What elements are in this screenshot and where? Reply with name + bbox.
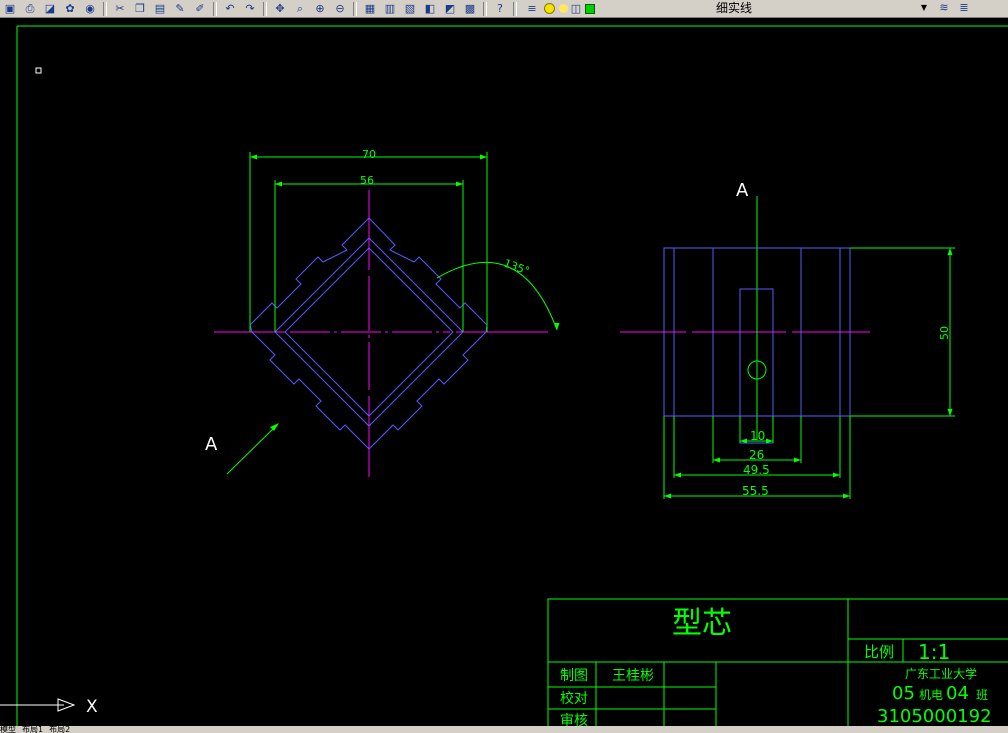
- dim-49-arrow-left: [674, 472, 681, 478]
- drawing-canvas[interactable]: 70 56 135° A A 50 10 2649.5 55.5 型芯比例 1:1 制图 王桂彬校对审核…: [0, 18, 1008, 726]
- dim-56-arrow-left: [275, 181, 282, 187]
- copy-icon[interactable]: ❐: [130, 1, 150, 17]
- scale-value: 1:1: [918, 640, 950, 664]
- layout-tab-layout2[interactable]: 布局2: [49, 726, 70, 733]
- block-editor-icon[interactable]: ✐: [190, 1, 210, 17]
- dim-70-label: 70: [362, 148, 376, 161]
- save-icon[interactable]: ▣: [0, 1, 20, 17]
- layout-tab-model[interactable]: 模型: [0, 726, 16, 733]
- toolbar-separator: [263, 1, 267, 16]
- calculator-icon[interactable]: ▩: [460, 1, 480, 17]
- dim-70-arrow-right: [480, 154, 487, 160]
- drawn-label: 制图: [560, 668, 588, 684]
- linetype-dropdown[interactable]: 细实线 ▼: [716, 0, 930, 15]
- dim-56-label: 56: [360, 174, 374, 187]
- help-icon[interactable]: ?: [490, 1, 510, 17]
- dim-55-label: 55.5: [742, 484, 769, 498]
- paste-icon[interactable]: ▤: [150, 1, 170, 17]
- drawn-name: 王桂彬: [612, 668, 654, 684]
- layout-tab-layout1[interactable]: 布局1: [22, 726, 43, 733]
- layer-states-icon[interactable]: ≣: [954, 0, 974, 16]
- pan-icon[interactable]: ✥: [270, 1, 290, 17]
- sheet-set-icon[interactable]: ◧: [420, 1, 440, 17]
- redo-icon[interactable]: ↷: [240, 1, 260, 17]
- properties-icon[interactable]: ▦: [360, 1, 380, 17]
- zoom-realtime-icon[interactable]: ⌕: [290, 1, 310, 17]
- scale-label: 比例: [864, 643, 894, 661]
- standard-toolbar: ▣ ⎙ ◪ ✿ ◉ ✂ ❐ ▤ ✎ ✐ ↶ ↷ ✥ ⌕ ⊕ ⊖ ▦ ▥ ▧ ◧ ◩ ▩? ≡ ◫ 细实线 ▼ ≋ ≣: [0, 0, 1008, 18]
- linetype-value: 细实线: [716, 1, 753, 15]
- student-id: 3105000192: [877, 706, 992, 726]
- school-name: 广东工业大学: [905, 666, 977, 681]
- zoom-window-icon[interactable]: ⊕: [310, 1, 330, 17]
- layer-color-swatch: [585, 3, 595, 14]
- dim-26-label: 26: [749, 448, 764, 462]
- dim-angle-arc: [436, 262, 558, 331]
- core-outline-upper-right: [368, 217, 488, 333]
- dim-49-label: 49.5: [743, 463, 770, 477]
- dim-50-arrow-bottom: [947, 409, 953, 416]
- layer-manager-icon[interactable]: ≡: [522, 1, 542, 17]
- toolbar-separator: [213, 1, 217, 16]
- zoom-previous-icon[interactable]: ⊖: [330, 1, 350, 17]
- dim-49-arrow-right: [833, 472, 840, 478]
- toolbar-separator: [513, 1, 517, 16]
- approve-label: 审核: [560, 713, 588, 726]
- class-num: 04: [946, 683, 969, 704]
- layer-lock-icon[interactable]: ◫: [570, 1, 582, 17]
- layer-controls[interactable]: ≡ ◫: [522, 1, 598, 17]
- drawing-geometry: 70 56 135° A A 50 10 2649.5 55.5 型芯比例 1:1 制图 王桂彬校对审核…: [0, 25, 1008, 726]
- section-arrow-head: [270, 423, 279, 431]
- matchprop-icon[interactable]: ✎: [170, 1, 190, 17]
- section-label-left: A: [205, 434, 218, 455]
- class-prefix: 05: [892, 683, 915, 704]
- dim-55-arrow-right: [843, 493, 850, 499]
- ucs-x-label: X: [86, 697, 98, 717]
- pickbox-cursor: [35, 67, 42, 74]
- dim-angle-label: 135°: [502, 257, 531, 278]
- layout-tabs-bar: 模型 布局1 布局2: [0, 726, 1008, 733]
- chevron-down-icon[interactable]: ▼: [918, 3, 930, 12]
- dim-55-arrow-left: [664, 493, 671, 499]
- core-outline-lower-right: [368, 331, 487, 450]
- dim-56-arrow-right: [456, 181, 463, 187]
- class-suffix: 班: [976, 688, 988, 702]
- toolbar-separator: [353, 1, 357, 16]
- toolbar-separator: [483, 1, 487, 16]
- undo-icon[interactable]: ↶: [220, 1, 240, 17]
- dim-50-arrow-top: [947, 248, 953, 255]
- core-outline-upper-left: [249, 217, 370, 333]
- part-name: 型芯: [672, 606, 732, 641]
- dim-10-label: 10: [750, 429, 765, 443]
- cut-icon[interactable]: ✂: [110, 1, 130, 17]
- layer-on-bulb-icon[interactable]: [544, 3, 555, 14]
- dim-50-label: 50: [938, 326, 951, 340]
- check-label: 校对: [560, 690, 588, 707]
- design-center-icon[interactable]: ▥: [380, 1, 400, 17]
- layer-thaw-sun-icon[interactable]: [559, 4, 568, 13]
- print-icon[interactable]: ⎙: [20, 1, 40, 17]
- class-mid: 机电: [919, 688, 943, 702]
- dim-26-arrow-left: [713, 457, 720, 463]
- publish-icon[interactable]: ✿: [60, 1, 80, 17]
- plot-icon[interactable]: ◉: [80, 1, 100, 17]
- core-outline-lower-left: [251, 331, 370, 450]
- dim-70-arrow-left: [250, 154, 257, 160]
- layer-previous-icon[interactable]: ≋: [934, 0, 954, 16]
- toolbar-separator: [103, 1, 107, 16]
- dim-26-arrow-right: [794, 457, 801, 463]
- markup-icon[interactable]: ◩: [440, 1, 460, 17]
- section-label-top: A: [736, 180, 749, 201]
- section-arrow-line: [226, 424, 278, 475]
- preview-icon[interactable]: ◪: [40, 1, 60, 17]
- tool-palettes-icon[interactable]: ▧: [400, 1, 420, 17]
